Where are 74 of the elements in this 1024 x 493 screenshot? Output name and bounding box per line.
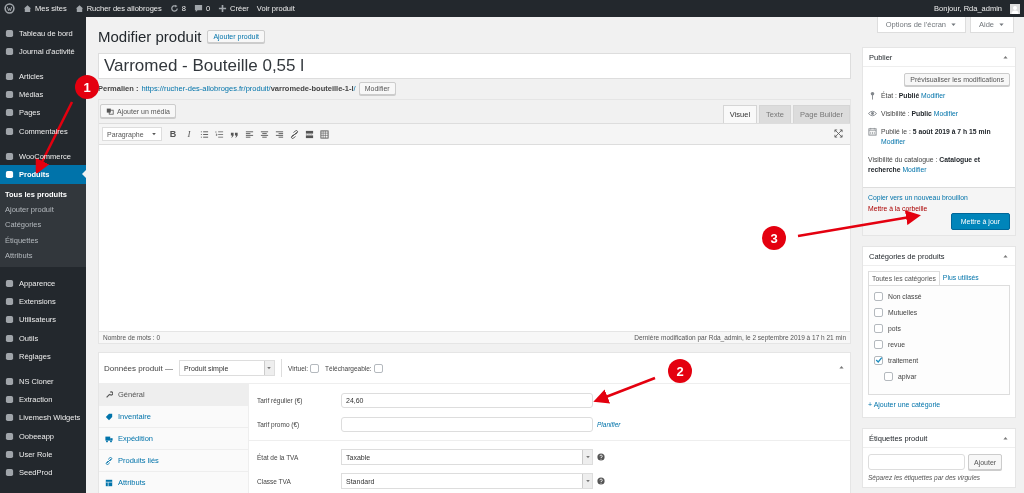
list-icon (200, 129, 209, 139)
link-icon (105, 456, 113, 465)
link-icon (290, 129, 299, 139)
square-icon (5, 297, 14, 307)
checkbox[interactable] (310, 363, 320, 373)
annotation-arrow (593, 376, 656, 404)
square-icon (5, 108, 14, 118)
align-right-icon (275, 129, 284, 139)
help-icon (597, 477, 605, 485)
avatar-icon (1010, 3, 1020, 14)
square-icon (5, 431, 14, 441)
square-icon (5, 467, 14, 477)
caret-icon (584, 478, 591, 484)
align-left-icon (245, 129, 254, 139)
square-icon (5, 315, 14, 325)
align-center-icon (260, 129, 269, 139)
square-icon (5, 395, 14, 405)
logo-icon (4, 3, 15, 14)
checkbox[interactable] (373, 363, 383, 373)
square-icon (5, 333, 14, 343)
tag-input-field[interactable] (868, 454, 965, 470)
page-title: Modifier produit (98, 28, 202, 45)
caret-icon (151, 131, 157, 137)
caret-icon (266, 365, 273, 371)
collapse-caret-icon (1002, 252, 1009, 260)
refresh-icon (169, 4, 179, 13)
checkbox[interactable] (874, 339, 883, 349)
square-icon (5, 377, 14, 386)
caret-icon (998, 21, 1005, 28)
step-number: 1 (75, 75, 99, 99)
caret-icon (950, 21, 957, 28)
square-icon (5, 449, 14, 459)
checkbox[interactable] (874, 323, 883, 333)
product-title-field[interactable]: Varromed - Bouteille 0,55 l (98, 53, 851, 79)
collapse-caret-icon (1002, 434, 1009, 442)
fullscreen-icon (834, 128, 843, 138)
eye-icon (868, 109, 877, 118)
caret-icon (584, 454, 591, 460)
input-field[interactable] (341, 416, 593, 432)
square-icon (5, 169, 14, 179)
read-more-icon (305, 129, 314, 139)
truck-icon (105, 434, 113, 443)
plus-icon (218, 4, 228, 13)
square-icon (5, 71, 14, 81)
toolbar-toggle-icon (320, 129, 329, 139)
tag-icon (105, 412, 113, 421)
collapse-caret-icon (1002, 53, 1009, 61)
square-icon (5, 46, 14, 56)
calendar-icon (868, 127, 877, 136)
square-icon (5, 351, 14, 361)
house-icon (74, 4, 84, 13)
speech-bubble-icon (193, 4, 203, 13)
help-icon (597, 453, 605, 461)
square-icon (5, 413, 14, 423)
checkbox[interactable] (874, 307, 883, 317)
media-icon (106, 107, 114, 115)
checkbox[interactable] (874, 291, 883, 301)
wrench-icon (105, 390, 113, 399)
square-icon (5, 90, 14, 100)
checkbox[interactable] (874, 355, 883, 365)
format-button[interactable]: B (168, 129, 178, 139)
square-icon (5, 279, 14, 289)
square-icon (5, 28, 14, 38)
checkmark-icon (874, 356, 883, 364)
square-icon (5, 151, 14, 161)
grid-icon (105, 478, 113, 487)
checkbox[interactable] (884, 371, 893, 381)
numbered-list-icon (215, 129, 224, 139)
pin-icon (868, 91, 877, 100)
product-data-label: Données produit — (104, 363, 173, 373)
collapse-caret-icon (838, 363, 845, 371)
house-icon (23, 4, 32, 13)
format-button[interactable]: I (184, 129, 194, 139)
square-icon (5, 126, 14, 136)
